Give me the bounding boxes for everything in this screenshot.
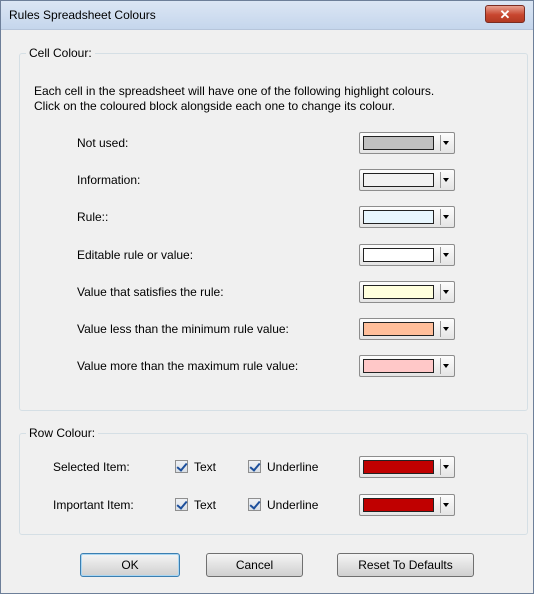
satisfies-rule-label: Value that satisfies the rule: (77, 285, 224, 299)
editable-rule-color-swatch[interactable] (363, 248, 434, 262)
dialog-window: Rules Spreadsheet Colours ✕ Cell Colour:… (0, 0, 534, 594)
editable-rule-color-picker[interactable] (359, 244, 455, 266)
not-used-color-picker[interactable] (359, 132, 455, 154)
less-than-minimum-label: Value less than the minimum rule value: (77, 322, 289, 336)
dialog-content: Cell Colour: Each cell in the spreadshee… (1, 30, 533, 593)
cell-colour-description-1: Each cell in the spreadsheet will have o… (34, 84, 435, 98)
chevron-down-icon[interactable] (443, 141, 449, 145)
chevron-down-icon[interactable] (443, 178, 449, 182)
important-text-checkbox[interactable] (175, 498, 188, 511)
satisfies-rule-color-swatch[interactable] (363, 285, 434, 299)
selected-item-color-picker[interactable] (359, 456, 455, 478)
dropdown-separator (440, 247, 441, 263)
dropdown-separator (440, 172, 441, 188)
information-color-swatch[interactable] (363, 173, 434, 187)
important-text-label[interactable]: Text (194, 498, 216, 512)
reset-to-defaults-button[interactable]: Reset To Defaults (337, 553, 474, 577)
chevron-down-icon[interactable] (443, 503, 449, 507)
more-than-maximum-label: Value more than the maximum rule value: (77, 359, 299, 373)
checkmark-icon (249, 460, 261, 472)
cancel-button[interactable]: Cancel (206, 553, 303, 577)
chevron-down-icon[interactable] (443, 364, 449, 368)
chevron-down-icon[interactable] (443, 327, 449, 331)
selected-item-color-swatch[interactable] (363, 460, 434, 474)
more-than-maximum-color-swatch[interactable] (363, 359, 434, 373)
rule-color-picker[interactable] (359, 206, 455, 228)
rule-label: Rule:: (77, 210, 109, 224)
important-underline-checkbox[interactable] (248, 498, 261, 511)
important-item-color-swatch[interactable] (363, 498, 434, 512)
information-color-picker[interactable] (359, 169, 455, 191)
chevron-down-icon[interactable] (443, 215, 449, 219)
row-colour-legend: Row Colour: (29, 426, 96, 440)
checkmark-icon (249, 498, 261, 510)
selected-underline-checkbox[interactable] (248, 460, 261, 473)
dropdown-separator (440, 358, 441, 374)
important-underline-label[interactable]: Underline (267, 498, 318, 512)
chevron-down-icon[interactable] (443, 465, 449, 469)
dropdown-separator (440, 497, 441, 513)
chevron-down-icon[interactable] (443, 290, 449, 294)
selected-text-checkbox[interactable] (175, 460, 188, 473)
information-label: Information: (77, 173, 141, 187)
ok-button[interactable]: OK (80, 553, 180, 577)
dropdown-separator (440, 321, 441, 337)
important-item-label: Important Item: (53, 498, 134, 512)
cell-colour-description-2: Click on the coloured block alongside ea… (34, 99, 395, 113)
close-button[interactable]: ✕ (485, 5, 525, 23)
editable-rule-label: Editable rule or value: (77, 248, 194, 262)
dropdown-separator (440, 459, 441, 475)
dropdown-separator (440, 284, 441, 300)
important-item-color-picker[interactable] (359, 494, 455, 516)
chevron-down-icon[interactable] (443, 253, 449, 257)
selected-text-label[interactable]: Text (194, 460, 216, 474)
dropdown-separator (440, 135, 441, 151)
title-bar[interactable]: Rules Spreadsheet Colours ✕ (1, 1, 533, 30)
selected-item-label: Selected Item: (53, 460, 130, 474)
checkmark-icon (176, 498, 188, 510)
cell-colour-group: Cell Colour: Each cell in the spreadshee… (19, 46, 528, 411)
checkmark-icon (176, 460, 188, 472)
selected-underline-label[interactable]: Underline (267, 460, 318, 474)
rule-color-swatch[interactable] (363, 210, 434, 224)
not-used-color-swatch[interactable] (363, 136, 434, 150)
less-than-minimum-color-swatch[interactable] (363, 322, 434, 336)
row-colour-group: Row Colour: Selected Item: Text Underlin… (19, 426, 528, 535)
window-title: Rules Spreadsheet Colours (9, 8, 156, 22)
more-than-maximum-color-picker[interactable] (359, 355, 455, 377)
dropdown-separator (440, 209, 441, 225)
not-used-label: Not used: (77, 136, 129, 150)
satisfies-rule-color-picker[interactable] (359, 281, 455, 303)
less-than-minimum-color-picker[interactable] (359, 318, 455, 340)
cell-colour-legend: Cell Colour: (29, 46, 92, 60)
